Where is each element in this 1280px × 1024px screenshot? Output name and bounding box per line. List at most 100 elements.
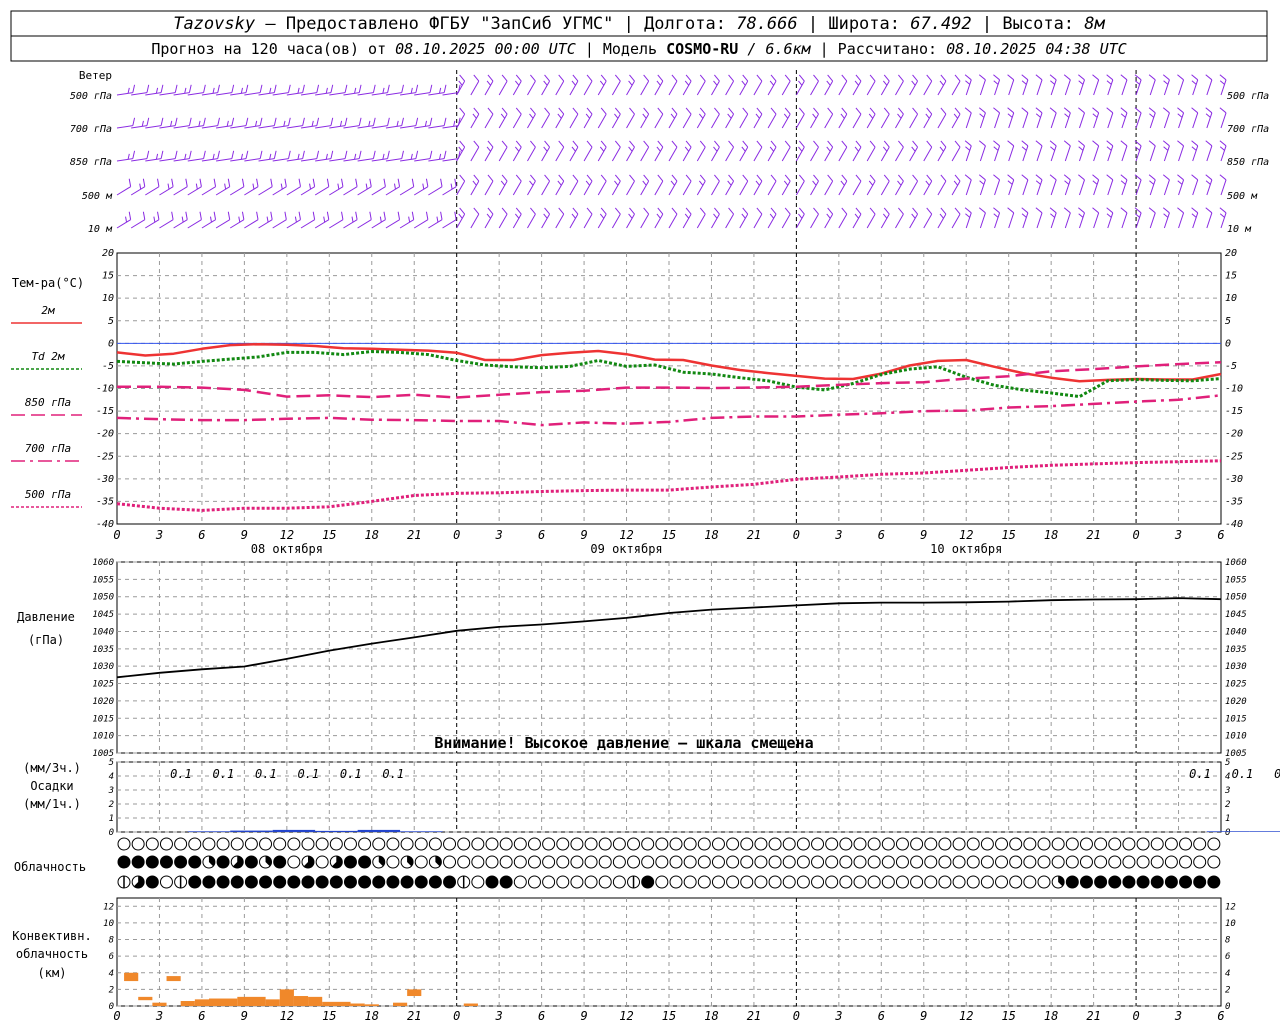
y-tick-label-right: 0: [1225, 1002, 1230, 1012]
wind-barb-feather: [259, 150, 263, 159]
wind-barb-feather: [330, 84, 334, 93]
wind-barb-feather: [372, 84, 376, 93]
wind-barb-feather: [1191, 146, 1197, 151]
legend-label: 700 гПа: [25, 442, 71, 455]
wind-barb-staff: [1036, 145, 1043, 162]
wind-barb-feather: [657, 174, 664, 182]
wind-barb-staff: [187, 158, 204, 162]
wind-barb-staff: [414, 158, 431, 162]
wind-barb-staff: [131, 92, 148, 96]
precip-amount-label: 0.1: [213, 767, 235, 781]
wind-barb-feather: [912, 174, 918, 182]
wind-barb-feather: [812, 113, 817, 119]
conv-hour-tick-label: 21: [1086, 1009, 1100, 1023]
hour-tick-label: 15: [662, 528, 676, 542]
wind-barb-staff: [1107, 179, 1114, 196]
wind-barb-staff: [385, 125, 402, 129]
wind-barb-feather: [742, 107, 749, 115]
wind-barb-feather: [1120, 74, 1128, 81]
wind-barb-feather: [473, 174, 480, 182]
y-tick-label-right: -30: [1225, 474, 1243, 485]
wind-barb-feather: [978, 174, 986, 181]
wind-barb-feather: [501, 140, 508, 148]
wind-barb-feather: [429, 117, 433, 126]
wind-barb-feather: [1162, 107, 1170, 114]
wind-barb-feather: [755, 113, 760, 119]
wind-barb-feather: [841, 107, 848, 115]
wind-barb-feather: [515, 174, 522, 182]
cloud-cover-circle: [188, 837, 202, 851]
wind-barb-staff: [414, 92, 431, 96]
wind-barb-feather: [199, 178, 202, 187]
wind-barb-feather: [769, 80, 775, 86]
wind-barb-staff: [569, 180, 579, 196]
wind-level-label-left: 850 гПа: [70, 157, 112, 168]
wind-barb-feather: [288, 84, 291, 93]
cloud-cover-circle: [301, 875, 315, 889]
wind-barb-feather: [1007, 207, 1015, 214]
hour-tick-label: 0: [113, 528, 120, 542]
wind-barb-feather: [514, 213, 520, 219]
wind-barb-staff: [1178, 212, 1185, 229]
wind-barb-staff: [838, 213, 848, 229]
wind-barb-feather: [1049, 140, 1057, 147]
wind-barb-staff: [385, 158, 402, 162]
wind-barb-feather: [571, 146, 576, 152]
cloud-cover-circle: [995, 875, 1009, 889]
cloud-cover-circle: [386, 875, 400, 889]
wind-barb-feather: [953, 180, 959, 186]
hour-tick-label: 9: [580, 528, 587, 542]
cloud-cover-circle: [145, 837, 159, 851]
temp-legend: 2м Td 2м 850 гПа 700 гПа 500 гПа: [11, 304, 82, 508]
wind-barb-feather: [543, 80, 548, 86]
legend-label: 2м: [41, 304, 55, 317]
wind-barb-feather: [939, 213, 944, 219]
cloud-cover-circle: [1207, 875, 1221, 889]
wind-barb-feather: [459, 107, 466, 115]
wind-barb-feather: [1177, 140, 1184, 147]
wind-barb-staff: [470, 146, 480, 162]
y-tick-label-right: 2: [1225, 985, 1230, 995]
cloud-cover-circle: [867, 855, 881, 869]
wind-level-label-right: 500 м: [1227, 191, 1258, 202]
wind-barb-staff: [300, 186, 315, 196]
wind-barb-feather: [912, 107, 918, 115]
wind-barb-feather: [614, 140, 621, 148]
wind-barb-feather: [813, 107, 819, 115]
wind-barb-feather: [912, 140, 918, 148]
wind-barb-feather: [728, 74, 734, 82]
cloud-cover-circle: [188, 855, 202, 869]
wind-barb-feather: [993, 146, 999, 151]
cloud-cover-circle: [570, 837, 584, 851]
wind-barb-staff: [1093, 145, 1100, 162]
cloud-cover-circle: [1164, 855, 1178, 869]
wind-barb-staff: [385, 186, 400, 196]
wind-barb-feather: [572, 140, 579, 148]
cloud-cover-circle: [811, 837, 825, 851]
cloud-cover-circle: [216, 855, 230, 869]
y-tick-label-left: 2: [109, 800, 114, 810]
wind-panel: Ветер 500 гПа 500 гПа 700 гПа 700 гПа 850 гП…: [70, 69, 1269, 250]
wind-barb-feather: [883, 140, 890, 148]
cloud-cover-circle: [1150, 875, 1164, 889]
wind-barb-feather: [325, 87, 328, 94]
cloud-cover-circle: [1150, 855, 1164, 869]
cloud-cover-circle: [655, 875, 669, 889]
wind-barb-feather: [897, 113, 902, 119]
wind-barb-staff: [329, 219, 344, 229]
wind-barb-feather: [599, 213, 605, 219]
wind-barb-staff: [498, 80, 508, 96]
wind-barb-staff: [725, 213, 735, 229]
cloud-cover-circle: [669, 837, 683, 851]
cloud-cover-circle: [542, 837, 556, 851]
wind-barb-feather: [586, 207, 593, 215]
wind-barb-feather: [411, 178, 415, 187]
wind-barb-feather: [813, 174, 819, 182]
wind-barb-feather: [713, 146, 718, 152]
wind-barb-staff: [470, 80, 480, 96]
wind-level-label-left: 10 м: [88, 224, 113, 235]
cloud-cover-circle: [627, 855, 641, 869]
wind-barb-feather: [656, 146, 661, 152]
wind-barb-feather: [1049, 174, 1057, 181]
y-tick-label-right: 2: [1225, 800, 1230, 810]
